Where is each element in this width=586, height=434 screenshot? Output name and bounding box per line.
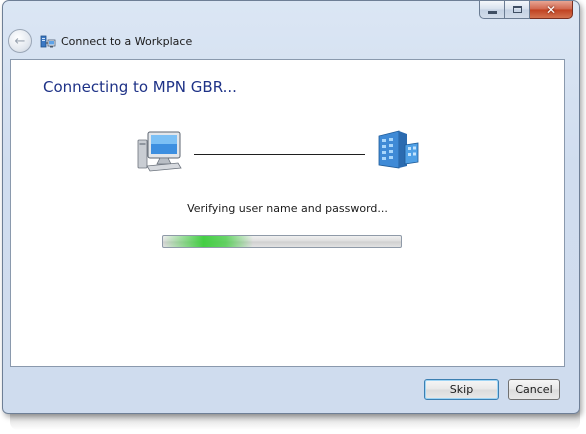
back-arrow-icon: ← (14, 33, 26, 49)
back-button[interactable]: ← (8, 29, 32, 53)
content-panel: Connecting to MPN GBR... Verifying user … (10, 59, 565, 367)
title-bar: ← Connect to a Workplace (8, 27, 192, 55)
wizard-window: ✕ ← Connect to a Workplace Connecting to… (2, 0, 580, 414)
caption-buttons: ✕ (479, 1, 573, 20)
progress-indicator (163, 236, 254, 247)
server-icon (378, 130, 419, 169)
close-button[interactable]: ✕ (530, 1, 573, 19)
status-message: Verifying user name and password... (187, 202, 388, 215)
connection-line (194, 154, 365, 155)
button-bar: Skip Cancel (10, 366, 565, 408)
minimize-button[interactable] (479, 1, 505, 19)
maximize-button[interactable] (505, 1, 530, 19)
close-icon: ✕ (545, 2, 557, 17)
progress-bar (162, 235, 402, 248)
cancel-button[interactable]: Cancel (508, 379, 560, 400)
skip-button[interactable]: Skip (424, 379, 499, 400)
maximize-icon (512, 6, 522, 13)
page-heading: Connecting to MPN GBR... (43, 78, 237, 96)
window-title: Connect to a Workplace (61, 34, 193, 48)
network-wizard-icon (40, 35, 56, 48)
minimize-icon (487, 11, 497, 14)
computer-icon (137, 131, 182, 172)
